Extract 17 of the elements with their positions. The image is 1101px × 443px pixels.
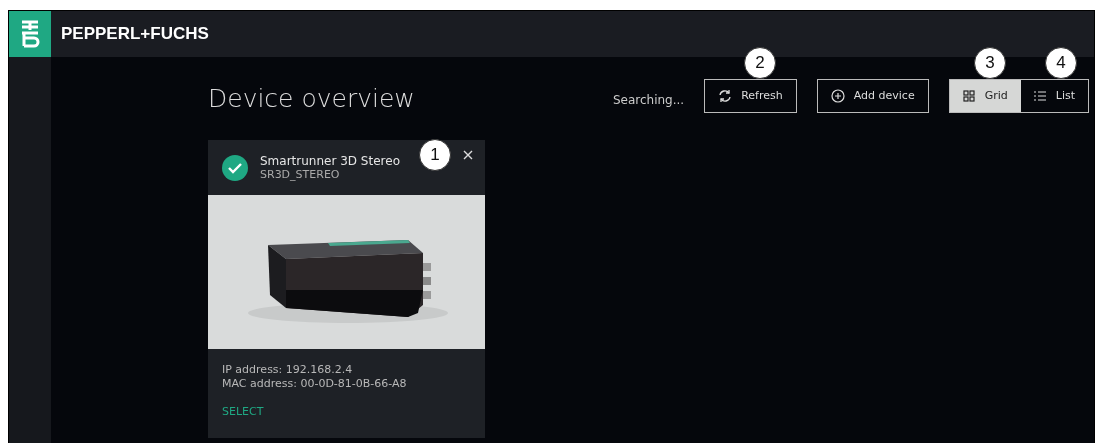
device-model: SR3D_STEREO (260, 168, 341, 181)
add-device-button[interactable]: Add device (816, 78, 929, 113)
page-title: Device overview (208, 84, 415, 113)
plus-circle-icon (830, 88, 845, 103)
close-button[interactable] (461, 148, 475, 162)
mac-address: MAC address: 00-0D-81-0B-66-A8 (222, 377, 408, 390)
grid-view-tab[interactable]: Grid (949, 79, 1021, 112)
list-icon (1033, 90, 1046, 101)
refresh-button[interactable]: Refresh (704, 78, 797, 113)
select-link[interactable]: SELECT (222, 405, 471, 418)
refresh-icon (718, 88, 733, 103)
device-name: Smartrunner 3D Stereo (260, 154, 400, 168)
logo-icon (9, 11, 51, 57)
brand-name: PEPPERL+FUCHS (61, 24, 209, 44)
search-status: Searching... (612, 92, 685, 107)
grid-icon (962, 89, 975, 102)
ip-address: IP address: 192.168.2.4 (222, 363, 354, 376)
